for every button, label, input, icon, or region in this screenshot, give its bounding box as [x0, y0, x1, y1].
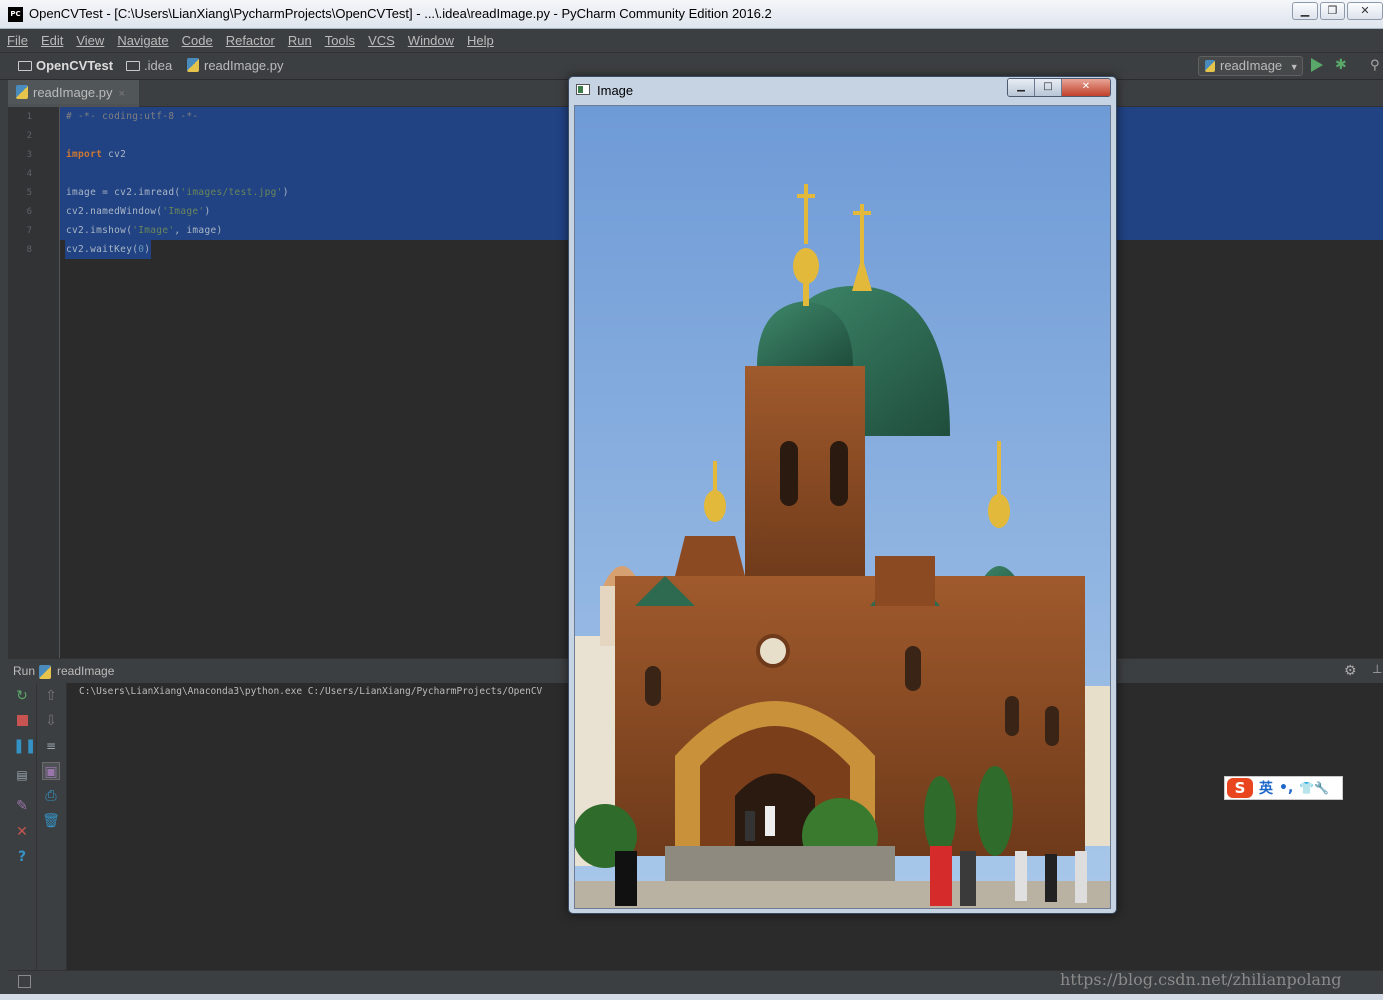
code-line-1: # -*- coding:utf-8 -*- [66, 111, 199, 122]
debug-button[interactable]: ✱ [1335, 57, 1350, 73]
arrow-up-icon[interactable]: ⇧ [42, 687, 60, 705]
code-line-8: cv2.waitKey(0) [66, 244, 151, 255]
line-number: 8 [26, 245, 32, 255]
code-line-5: image = cv2.imread('images/test.jpg') [66, 187, 289, 198]
pause-icon[interactable]: ❚❚ [13, 737, 36, 755]
line-number: 5 [26, 188, 32, 198]
gear-icon[interactable]: ⚙ [1344, 662, 1357, 679]
menu-refactor[interactable]: Refactor [219, 29, 281, 53]
line-number-gutter: 1 2 3 4 5 6 7 8 [8, 107, 60, 658]
trash-icon[interactable]: 🗑 [42, 812, 60, 830]
menu-view[interactable]: View [69, 29, 110, 53]
window-titlebar: PC OpenCVTest - [C:\Users\LianXiang\Pych… [0, 0, 1383, 29]
arrow-down-icon[interactable]: ⇩ [42, 712, 60, 730]
python-file-icon [1205, 60, 1215, 72]
tool-window-toggle-icon[interactable] [18, 975, 31, 988]
ime-punctuation[interactable]: •, [1279, 780, 1293, 796]
python-file-icon [187, 58, 199, 72]
menu-window[interactable]: Window [401, 29, 460, 53]
image-window-title: Image [597, 83, 634, 98]
code-line-7: cv2.imshow('Image', image) [66, 225, 223, 236]
restore-button[interactable]: ❐ [1320, 2, 1345, 20]
line-number: 1 [26, 112, 32, 122]
run-toolbar-secondary: ⇧ ⇩ ≡ ▣ ⎙ 🗑 [37, 683, 67, 970]
image-display [574, 105, 1111, 909]
image-maximize-button[interactable]: □ [1035, 79, 1062, 96]
hide-panel-icon[interactable]: ⊥ [1372, 662, 1382, 676]
restore-icon: ❐ [1327, 4, 1338, 17]
image-window-icon [576, 84, 590, 95]
run-toolbar-primary: ↻ ❚❚ ▤ ✎ ✕ ? [8, 683, 37, 970]
rerun-icon[interactable]: ↻ [13, 687, 31, 705]
menu-code[interactable]: Code [175, 29, 219, 53]
python-icon [39, 665, 51, 679]
image-close-button[interactable]: ✕ [1062, 79, 1110, 96]
menu-edit[interactable]: Edit [34, 29, 69, 53]
line-number: 2 [26, 131, 32, 141]
watermark: https://blog.csdn.net/zhilianpolang [1060, 970, 1342, 989]
search-icon: ⚲ [1370, 58, 1380, 73]
bug-icon: ✱ [1335, 57, 1347, 73]
close-window-button[interactable]: ✕ [1347, 2, 1383, 20]
line-number: 7 [26, 226, 32, 236]
image-window-titlebar[interactable]: Image ▁ □ ✕ [569, 77, 1116, 104]
sogou-logo-icon: S [1227, 778, 1253, 798]
pycharm-app-icon: PC [8, 7, 23, 22]
line-number: 3 [26, 150, 32, 160]
menu-tools[interactable]: Tools [318, 29, 361, 53]
stop-button[interactable] [13, 712, 31, 730]
folder-icon [18, 61, 32, 71]
code-line-3: import cv2 [66, 149, 127, 160]
close-icon: ✕ [1360, 4, 1370, 17]
print-icon[interactable]: ⎙ [42, 787, 60, 805]
ime-language[interactable]: 英 [1259, 778, 1273, 798]
run-config-tab[interactable]: readImage [57, 664, 114, 678]
tab-close-icon[interactable]: × [119, 88, 125, 100]
console-line: C:\Users\LianXiang\Anaconda3\python.exe … [79, 686, 543, 697]
breadcrumb-folder[interactable]: .idea [126, 58, 172, 73]
search-everywhere-button[interactable]: ⚲ [1370, 58, 1383, 73]
image-window-caption-buttons: ▁ □ ✕ [1007, 78, 1111, 97]
line-number: 6 [26, 207, 32, 217]
left-tool-strip [0, 80, 8, 1000]
folder-icon [126, 61, 140, 71]
pin-icon[interactable]: ✎ [13, 797, 31, 815]
chevron-down-icon: ▼ [1289, 62, 1299, 72]
breadcrumb-file[interactable]: readImage.py [187, 58, 284, 73]
menu-vcs[interactable]: VCS [361, 29, 401, 53]
image-minimize-button[interactable]: ▁ [1008, 79, 1035, 96]
opencv-image-window[interactable]: Image ▁ □ ✕ [568, 76, 1117, 914]
soft-wrap-icon[interactable]: ≡ [42, 737, 60, 755]
line-number: 4 [26, 169, 32, 179]
tab-readimage-py[interactable]: readImage.py × [8, 80, 139, 107]
python-file-icon [16, 85, 28, 99]
minimize-icon: ▁ [1300, 4, 1310, 17]
menu-bar: File Edit View Navigate Code Refactor Run Tools… [0, 29, 1383, 53]
run-panel-label: Run [13, 664, 36, 678]
ime-toolbar[interactable]: S 英 •, 👕🔧 [1224, 776, 1343, 800]
menu-navigate[interactable]: Navigate [110, 29, 174, 53]
cathedral-photo [575, 106, 1110, 908]
minimize-button[interactable]: ▁ [1292, 2, 1318, 20]
close-icon[interactable]: ✕ [13, 823, 31, 841]
window-title: OpenCVTest - [C:\Users\LianXiang\Pycharm… [29, 6, 772, 21]
run-button[interactable] [1311, 58, 1323, 72]
window-bottom-border [0, 994, 1383, 1000]
scroll-to-end-icon[interactable]: ▣ [42, 762, 60, 780]
layout-icon[interactable]: ▤ [13, 766, 31, 784]
ime-skin-tools-icon[interactable]: 👕🔧 [1299, 781, 1329, 795]
breadcrumb-project[interactable]: OpenCVTest [18, 58, 113, 73]
code-line-6: cv2.namedWindow('Image') [66, 206, 211, 217]
help-icon[interactable]: ? [13, 848, 31, 866]
menu-file[interactable]: File [0, 29, 34, 53]
stop-icon [16, 715, 28, 726]
menu-help[interactable]: Help [460, 29, 500, 53]
run-configuration-select[interactable]: readImage ▼ [1198, 56, 1303, 76]
menu-run[interactable]: Run [281, 29, 318, 53]
